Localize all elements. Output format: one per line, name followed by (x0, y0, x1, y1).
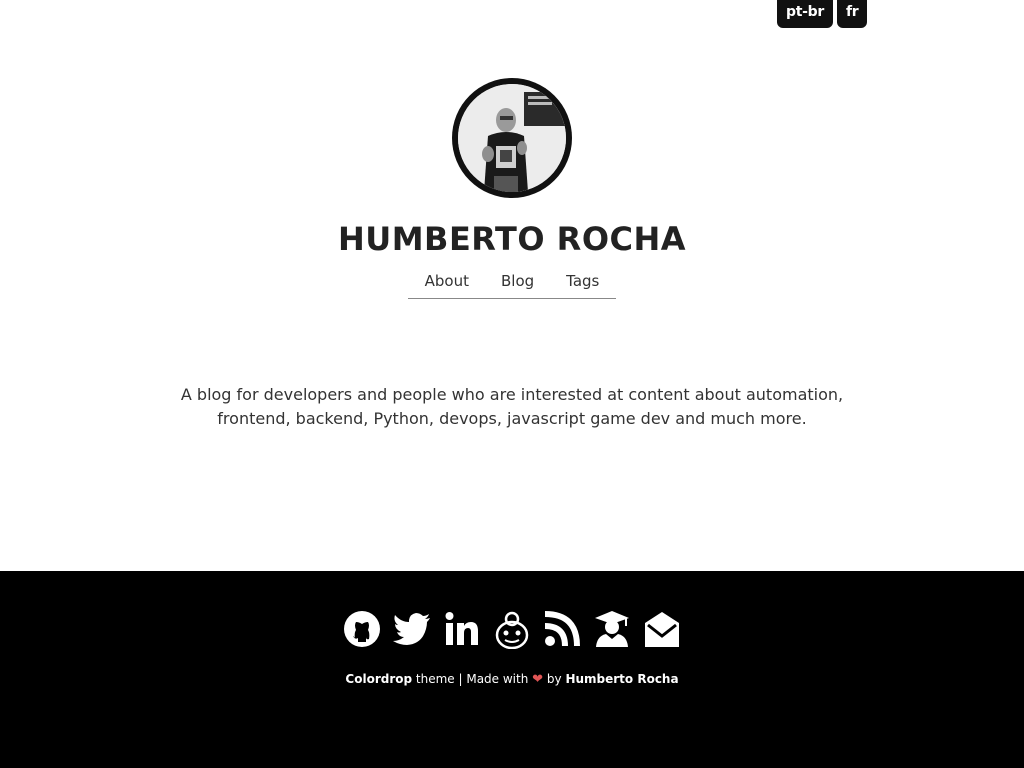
github-icon[interactable] (342, 609, 382, 649)
footer-credits: Colordrop theme | Made with ❤ by Humbert… (0, 672, 1024, 687)
language-switcher: pt-br fr (777, 0, 868, 28)
social-links (0, 609, 1024, 649)
site-title[interactable]: HUMBERTO ROCHA (0, 220, 1024, 258)
nav-about-link[interactable]: About (425, 272, 469, 290)
rss-icon[interactable] (542, 609, 582, 649)
theme-link[interactable]: Colordrop (345, 672, 412, 686)
main-nav: About Blog Tags (408, 272, 616, 299)
avatar-portrait-image (458, 84, 566, 192)
theme-text: theme | Made with (415, 672, 529, 686)
twitter-icon[interactable] (392, 609, 432, 649)
avatar-photo (458, 84, 566, 192)
author-link[interactable]: Humberto Rocha (565, 672, 678, 686)
page: pt-br fr HUMBERTO ROCHA About Blog Tags … (0, 0, 1024, 768)
by-text: by (546, 672, 562, 686)
avatar[interactable] (452, 78, 572, 198)
nav-blog-link[interactable]: Blog (501, 272, 534, 290)
nav-tags-link[interactable]: Tags (566, 272, 599, 290)
linkedin-icon[interactable] (442, 609, 482, 649)
lang-pt-br-button[interactable]: pt-br (777, 0, 833, 28)
heart-icon: ❤ (532, 672, 544, 687)
site-tagline: A blog for developers and people who are… (180, 385, 844, 428)
graduation-icon[interactable] (592, 609, 632, 649)
dev-mascot-icon[interactable] (492, 609, 532, 649)
lang-fr-button[interactable]: fr (836, 0, 868, 28)
email-icon[interactable] (642, 609, 682, 649)
footer: Colordrop theme | Made with ❤ by Humbert… (0, 571, 1024, 768)
